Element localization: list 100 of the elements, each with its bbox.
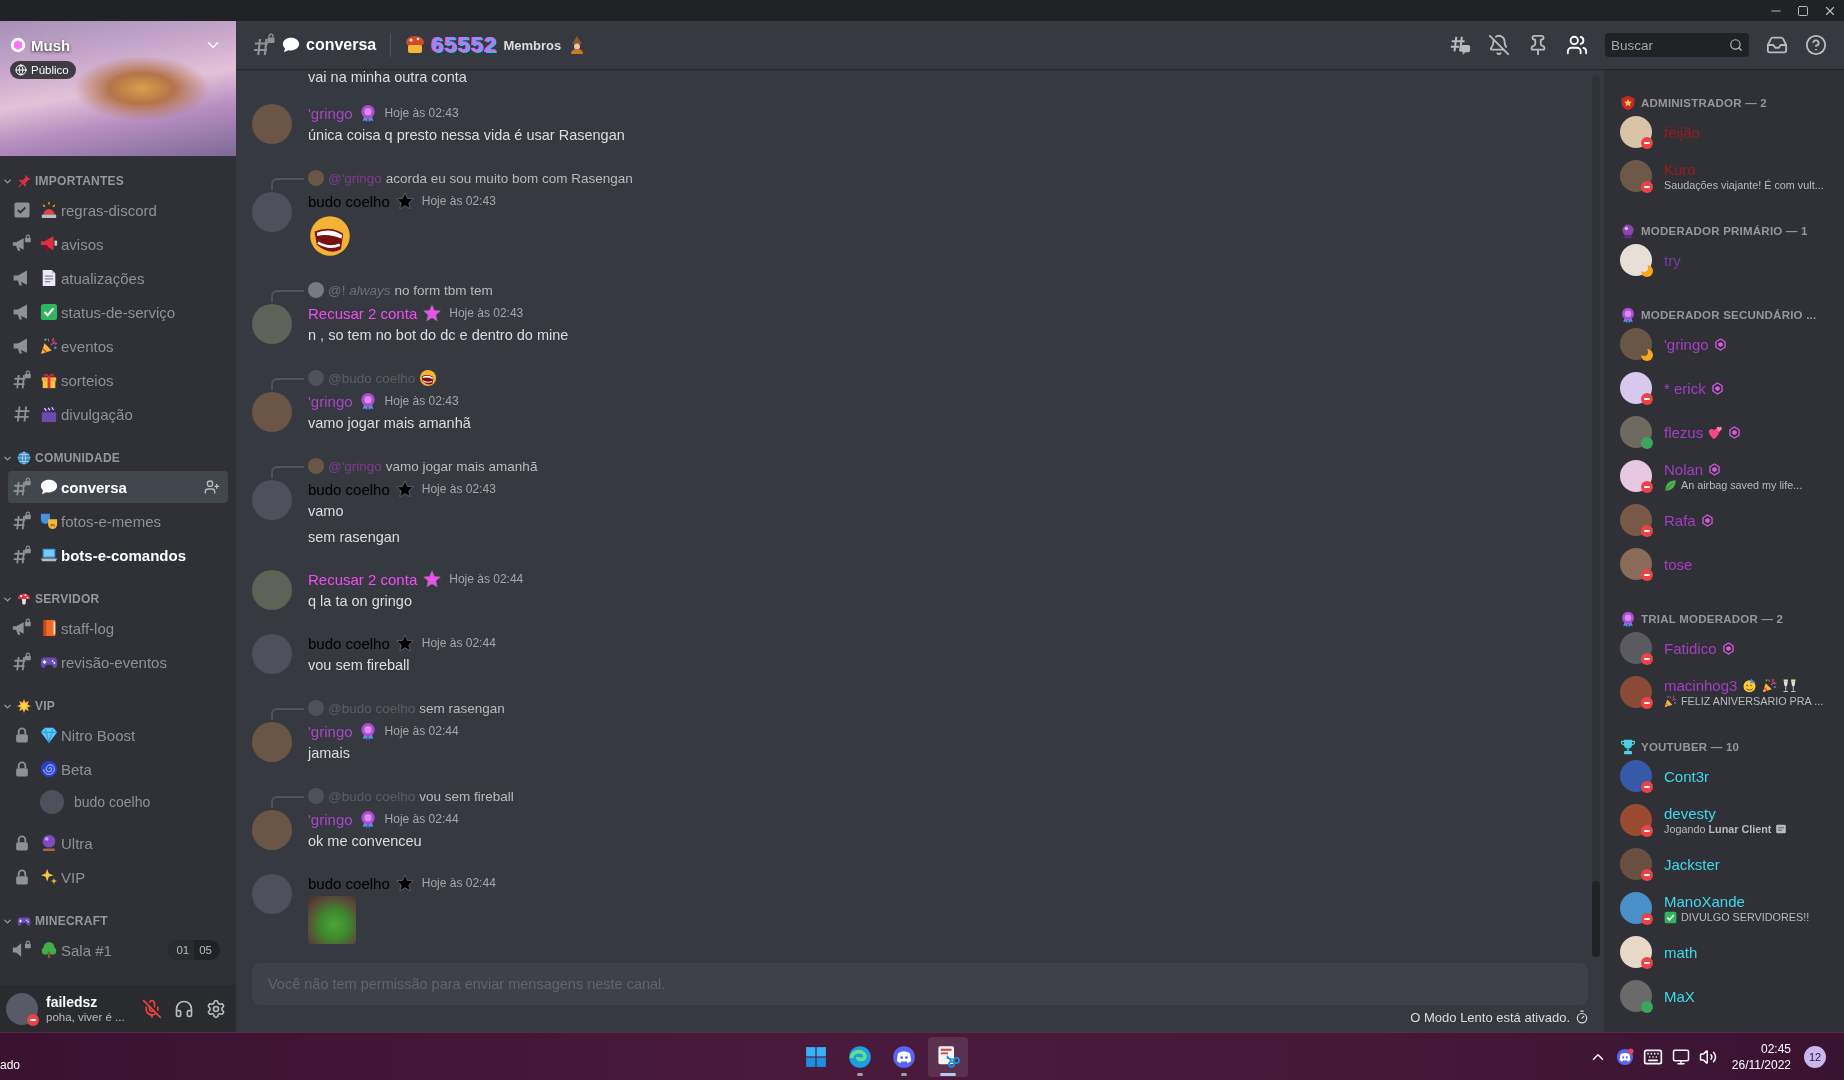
category-header[interactable]: COMUNIDADE xyxy=(0,446,121,470)
member-name[interactable]: Nolan xyxy=(1664,460,1704,478)
weather-text: ado xyxy=(0,1058,21,1074)
channel-item[interactable]: Sala #1 01 05 xyxy=(8,934,228,966)
channel-item[interactable]: staff-log xyxy=(8,612,228,644)
scrollbar-thumb[interactable] xyxy=(1592,881,1600,957)
avatar[interactable] xyxy=(1620,244,1652,276)
member-name[interactable]: math xyxy=(1664,943,1698,961)
role-group-title: YOUTUBER — 10 xyxy=(1641,741,1740,753)
member-name[interactable]: ManoXande xyxy=(1664,892,1745,910)
author-name[interactable]: Recusar 2 conta xyxy=(308,570,418,588)
hearts-icon xyxy=(1708,424,1724,440)
author-name[interactable]: 'gringo xyxy=(308,104,353,122)
reply-text[interactable]: vamo jogar mais amanhã xyxy=(385,458,538,474)
voice-user[interactable]: budo coelho xyxy=(34,787,228,817)
invite-icon[interactable] xyxy=(204,479,220,495)
monitor-icon[interactable] xyxy=(1671,1047,1690,1066)
avatar[interactable] xyxy=(1620,116,1652,148)
author-name[interactable]: 'gringo xyxy=(308,810,353,828)
controller-face-icon[interactable] xyxy=(1615,1047,1634,1066)
author-name[interactable]: Recusar 2 conta xyxy=(308,304,418,322)
avatar[interactable] xyxy=(1620,936,1652,968)
timestamp: Hoje às 02:44 xyxy=(384,812,459,826)
channel-item[interactable]: avisos xyxy=(8,228,228,260)
microphone-muted-icon[interactable] xyxy=(142,998,162,1019)
member-name[interactable]: Rafa xyxy=(1664,511,1696,529)
channel-item[interactable]: eventos xyxy=(8,330,228,362)
slow-mode-notice: O Modo Lento está ativado. xyxy=(1410,1009,1570,1025)
bell-muted-icon[interactable] xyxy=(1488,34,1510,56)
channel-item[interactable]: bots-e-comandos xyxy=(8,539,228,571)
member-name[interactable]: Jackster xyxy=(1664,855,1720,873)
taskbar-button[interactable] xyxy=(928,1036,968,1077)
channel-item[interactable]: status-de-serviço xyxy=(8,296,228,328)
category-header[interactable]: VIP xyxy=(0,694,56,718)
server-name[interactable]: Mush xyxy=(31,36,71,54)
member-name[interactable]: flezus xyxy=(1664,423,1704,441)
help-icon[interactable] xyxy=(1805,34,1827,56)
leaf-icon xyxy=(1664,478,1677,492)
category-header[interactable]: IMPORTANTES xyxy=(0,169,125,193)
settings-icon[interactable] xyxy=(206,998,226,1019)
party-popper-icon xyxy=(40,337,58,355)
member-name[interactable]: tose xyxy=(1664,555,1693,573)
member-name[interactable]: macinhog3 xyxy=(1664,676,1738,694)
star-icon xyxy=(423,304,442,322)
channel-item[interactable]: Beta xyxy=(8,753,228,785)
channel-item[interactable]: Nitro Boost xyxy=(8,719,228,751)
channel-item[interactable]: divulgação xyxy=(8,398,228,430)
avatar[interactable] xyxy=(1620,372,1652,404)
hash-lock-icon xyxy=(12,511,32,531)
party-face-icon xyxy=(1742,677,1758,693)
member-activity: An airbag saved my life... xyxy=(1681,479,1803,491)
clock-time[interactable]: 02:45 xyxy=(1760,1040,1791,1057)
pushpin-icon xyxy=(17,174,31,188)
threads-icon[interactable] xyxy=(1449,34,1471,56)
notification-badge[interactable]: 12 xyxy=(1804,1045,1826,1068)
reply-text[interactable]: sem rasengan xyxy=(419,700,505,716)
reply-text[interactable]: no form tbm tem xyxy=(394,282,493,298)
glasses-toast-icon xyxy=(1782,677,1798,693)
author-name[interactable]: 'gringo xyxy=(308,392,353,410)
channel-item[interactable]: VIP xyxy=(8,861,228,893)
starburst-icon xyxy=(17,699,31,713)
user-name[interactable]: failedsz xyxy=(46,994,134,1010)
reply-text[interactable]: acorda eu sou muito bom com Rasengan xyxy=(385,170,633,186)
maximize-icon[interactable] xyxy=(1797,4,1809,17)
volume-icon[interactable] xyxy=(1698,1047,1717,1066)
category-header[interactable]: MINECRAFT xyxy=(0,909,108,933)
document-icon xyxy=(40,269,58,287)
search-field[interactable]: Buscar xyxy=(1605,33,1749,57)
inbox-icon[interactable] xyxy=(1766,34,1788,56)
check-mark-icon xyxy=(40,303,58,321)
channel-item[interactable]: atualizações xyxy=(8,262,228,294)
member-name[interactable]: 'gringo xyxy=(1664,335,1709,353)
photo-placeholder[interactable] xyxy=(308,896,356,944)
member-name[interactable]: * erick xyxy=(1664,379,1706,397)
message-text: n , so tem no bot do dc e dentro do mine xyxy=(308,326,569,345)
category-header[interactable]: SERVIDOR xyxy=(0,587,100,611)
member-name[interactable]: Cont3r xyxy=(1664,767,1710,785)
member-name[interactable]: devesty xyxy=(1664,805,1716,822)
message-text: única coisa q presto nessa vida é usar Rasengan xyxy=(308,126,625,145)
avatar[interactable] xyxy=(1620,328,1652,360)
members-icon[interactable] xyxy=(1566,34,1588,56)
spiral-icon xyxy=(40,760,58,778)
channel-item[interactable]: sorteios xyxy=(8,364,228,396)
member-name[interactable]: MaX xyxy=(1664,987,1695,1005)
member-count: 65552 xyxy=(431,32,498,58)
channel-item[interactable]: Ultra xyxy=(8,827,228,859)
hash-lock-icon xyxy=(12,545,32,565)
avatar[interactable] xyxy=(1620,416,1652,448)
channel-item[interactable]: revisão-eventos xyxy=(8,646,228,678)
avatar[interactable] xyxy=(1620,980,1652,1012)
channel-item[interactable]: conversa xyxy=(8,471,228,503)
headphones-icon[interactable] xyxy=(174,998,194,1019)
avatar[interactable] xyxy=(1620,460,1652,492)
reply-text[interactable]: vou sem fireball xyxy=(419,788,514,804)
member-name[interactable]: Fatidico xyxy=(1664,639,1717,657)
channel-item[interactable]: regras-discord xyxy=(8,194,228,226)
timestamp: Hoje às 02:43 xyxy=(449,306,524,320)
channel-item[interactable]: fotos-e-memes xyxy=(8,505,228,537)
author-name[interactable]: 'gringo xyxy=(308,722,353,740)
clock-date[interactable]: 26/11/2022 xyxy=(1731,1056,1791,1073)
